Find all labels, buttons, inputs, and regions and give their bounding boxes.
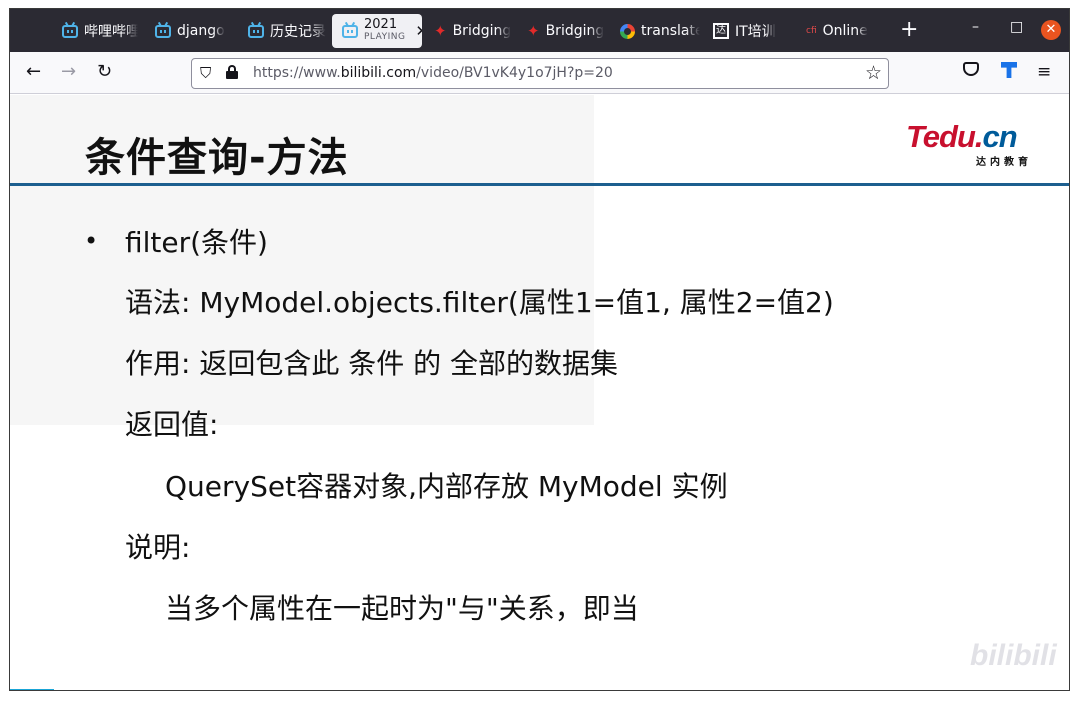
bilibili-icon bbox=[62, 24, 78, 38]
new-tab-button[interactable]: + bbox=[900, 19, 918, 41]
slide-line-return-heading: 返回值: bbox=[125, 408, 219, 441]
extension-button[interactable] bbox=[1001, 62, 1017, 78]
bullet-icon: • bbox=[84, 227, 99, 255]
bilibili-icon bbox=[342, 24, 358, 38]
forward-button[interactable]: → bbox=[61, 61, 76, 83]
tab-translate[interactable]: translate bbox=[610, 14, 700, 48]
tab-label: 2021 bbox=[364, 17, 398, 32]
tab-django[interactable]: django bbox=[145, 14, 231, 48]
extension-icon bbox=[1001, 62, 1017, 78]
slide-line-syntax: 语法: MyModel.objects.filter(属性1=值1, 属性2=值… bbox=[125, 286, 834, 319]
tab-history[interactable]: 历史记录 bbox=[238, 14, 328, 48]
tab-label: 历史记录 bbox=[270, 24, 326, 40]
slide-line-notes-heading: 说明: bbox=[125, 531, 191, 564]
tab-it-training[interactable]: 达 IT培训 bbox=[703, 14, 793, 48]
tab-strip: 哔哩哔哩 django 历史记录 2021 PLAYING ✕ ✦ Bridgi… bbox=[10, 9, 1069, 52]
bookmark-star-icon[interactable]: ☆ bbox=[865, 62, 882, 84]
video-progress-bar[interactable] bbox=[10, 689, 54, 690]
cfi-icon: cfi bbox=[806, 26, 817, 36]
slide-line-notes: 当多个属性在一起时为"与"关系，即当 bbox=[165, 592, 639, 625]
navigation-toolbar: ← → ↻ ⛉ https://www.bilibili.com/video/B… bbox=[10, 52, 1069, 94]
tab-label: django bbox=[177, 23, 225, 39]
close-window-button[interactable]: ✕ bbox=[1041, 20, 1061, 40]
tab-label: Bridging bbox=[452, 23, 512, 39]
tab-playing-indicator: PLAYING bbox=[364, 32, 406, 42]
logo-subtitle: 达内教育 bbox=[976, 157, 1032, 168]
url-text[interactable]: https://www.bilibili.com/video/BV1vK4y1o… bbox=[253, 65, 613, 81]
google-icon bbox=[620, 23, 635, 39]
close-tab-icon[interactable]: ✕ bbox=[415, 22, 422, 40]
tab-label: Online bbox=[822, 23, 868, 39]
video-slide[interactable]: 条件查询-方法 Tedu.cn 达内教育 • filter(条件) 语法: My… bbox=[10, 95, 1069, 690]
tab-label: translate bbox=[641, 23, 700, 39]
maximize-button[interactable]: □ bbox=[1010, 19, 1023, 35]
tab-label: IT培训 bbox=[735, 24, 776, 40]
maple-leaf-icon: ✦ bbox=[434, 22, 447, 40]
bilibili-icon bbox=[248, 24, 264, 38]
title-divider bbox=[10, 183, 1069, 186]
slide-line-filter: filter(条件) bbox=[125, 226, 268, 259]
tab-label: Bridging bbox=[545, 23, 605, 39]
tab-online[interactable]: cfi Online bbox=[796, 14, 886, 48]
tedu-logo: Tedu.cn 达内教育 bbox=[906, 119, 1032, 168]
bilibili-watermark: bilibili bbox=[970, 639, 1057, 672]
tab-bilibili-home[interactable]: 哔哩哔哩 bbox=[52, 14, 138, 48]
slide-title: 条件查询-方法 bbox=[85, 135, 349, 181]
tab-playing[interactable]: 2021 PLAYING ✕ bbox=[332, 14, 422, 48]
address-bar[interactable]: ⛉ https://www.bilibili.com/video/BV1vK4y… bbox=[191, 58, 889, 89]
app-menu-button[interactable]: ≡ bbox=[1037, 62, 1051, 82]
slide-line-return-value: QuerySet容器对象,内部存放 MyModel 实例 bbox=[165, 470, 728, 503]
slide-line-purpose: 作用: 返回包含此 条件 的 全部的数据集 bbox=[125, 347, 619, 380]
tab-bridging-1[interactable]: ✦ Bridging bbox=[424, 14, 514, 48]
minimize-button[interactable]: – bbox=[972, 19, 979, 35]
tab-label: 哔哩哔哩 bbox=[84, 24, 138, 40]
bilibili-icon bbox=[155, 24, 171, 38]
tab-bridging-2[interactable]: ✦ Bridging bbox=[517, 14, 607, 48]
pocket-button[interactable] bbox=[963, 62, 979, 76]
maple-leaf-icon: ✦ bbox=[527, 22, 540, 40]
browser-window: 哔哩哔哩 django 历史记录 2021 PLAYING ✕ ✦ Bridgi… bbox=[9, 8, 1070, 691]
pocket-icon bbox=[963, 62, 979, 76]
lock-icon[interactable] bbox=[226, 65, 238, 79]
back-button[interactable]: ← bbox=[26, 61, 41, 83]
reload-button[interactable]: ↻ bbox=[97, 61, 112, 83]
tarena-icon: 达 bbox=[713, 23, 729, 39]
tracking-protection-shield-icon[interactable]: ⛉ bbox=[200, 64, 211, 82]
